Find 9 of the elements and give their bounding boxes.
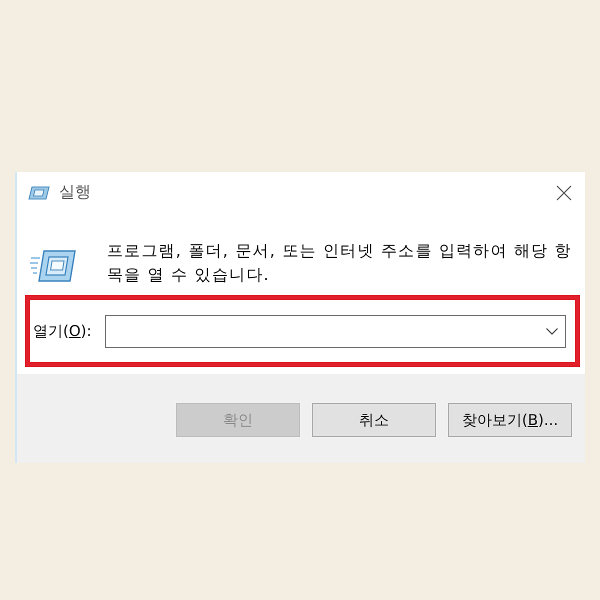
run-icon [28,186,50,200]
window-title: 실행 [59,182,91,203]
dialog-button[interactable]: 취소 [312,403,436,437]
open-combo-field[interactable] [105,314,566,348]
chevron-down-icon [546,328,558,334]
run-icon [30,249,76,283]
open-label: 열기(O): [33,322,92,340]
instruction-text: 프로그램, 폴더, 문서, 또는 인터넷 주소를 입력하여 해당 항목을 열 수 있습니다. [107,240,573,286]
dialog-button[interactable]: 찾아보기(B)... [448,403,572,437]
